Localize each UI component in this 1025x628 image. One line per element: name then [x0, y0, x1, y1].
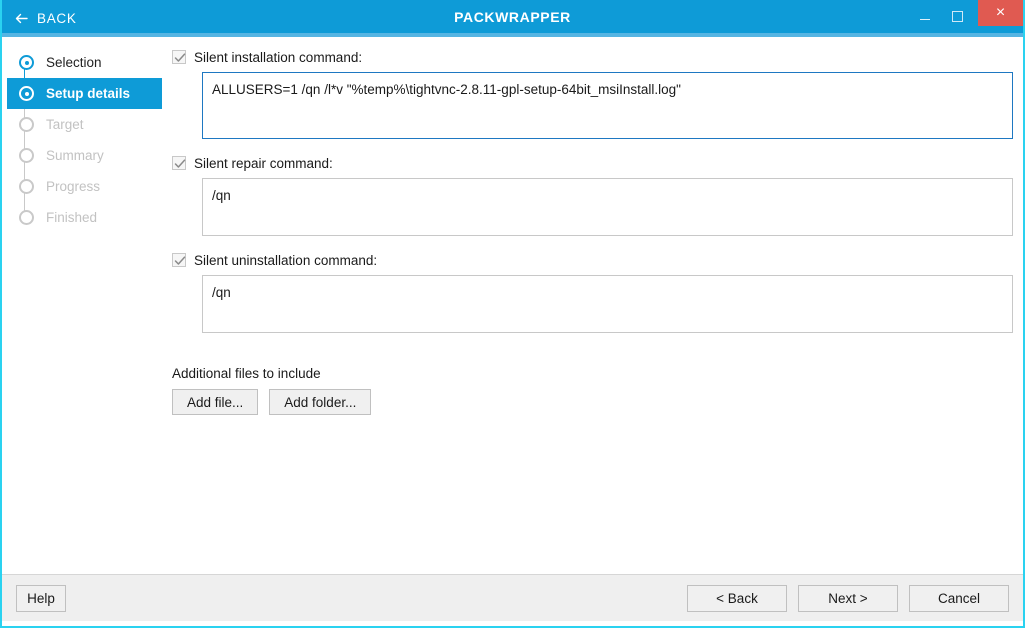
- silent-repair-group: Silent repair command: /qn: [172, 153, 1013, 236]
- additional-files-buttons: Add file... Add folder...: [172, 389, 1013, 415]
- silent-repair-input[interactable]: /qn: [202, 178, 1013, 236]
- silent-install-checkbox-row[interactable]: Silent installation command:: [172, 47, 1013, 67]
- back-button[interactable]: BACK: [2, 2, 91, 35]
- spacer: [172, 139, 1013, 153]
- sidebar-item-label: Setup details: [46, 86, 130, 101]
- silent-repair-label: Silent repair command:: [194, 156, 333, 171]
- maximize-button[interactable]: [941, 3, 973, 29]
- sidebar-item-progress[interactable]: Progress: [7, 171, 162, 202]
- step-bullet-icon: [19, 117, 34, 132]
- silent-uninstall-group: Silent uninstallation command: /qn: [172, 250, 1013, 333]
- footer-left-group: Help: [16, 585, 66, 612]
- silent-install-label: Silent installation command:: [194, 50, 362, 65]
- back-nav-button[interactable]: < Back: [687, 585, 787, 612]
- silent-uninstall-input[interactable]: /qn: [202, 275, 1013, 333]
- sidebar-item-label: Finished: [46, 210, 97, 225]
- sidebar-item-setup-details[interactable]: Setup details: [7, 78, 162, 109]
- step-bullet-icon: [19, 148, 34, 163]
- window-controls: ×: [909, 0, 1023, 33]
- title-bar: BACK PACKWRAPPER ×: [2, 0, 1023, 37]
- checkbox-icon[interactable]: [172, 253, 186, 267]
- window-title: PACKWRAPPER: [2, 9, 1023, 25]
- cancel-button[interactable]: Cancel: [909, 585, 1009, 612]
- maximize-icon: [952, 11, 963, 22]
- silent-uninstall-label: Silent uninstallation command:: [194, 253, 377, 268]
- sidebar-item-summary[interactable]: Summary: [7, 140, 162, 171]
- sidebar-item-label: Summary: [46, 148, 104, 163]
- sidebar-item-target[interactable]: Target: [7, 109, 162, 140]
- silent-install-input[interactable]: ALLUSERS=1 /qn /l*v "%temp%\tightvnc-2.8…: [202, 72, 1013, 139]
- help-button[interactable]: Help: [16, 585, 66, 612]
- close-button[interactable]: ×: [978, 0, 1023, 26]
- step-bullet-icon: [19, 179, 34, 194]
- wizard-steps: Selection Setup details Target Summary P: [2, 47, 168, 233]
- sidebar-item-label: Selection: [46, 55, 102, 70]
- silent-install-group: Silent installation command: ALLUSERS=1 …: [172, 47, 1013, 139]
- sidebar-item-selection[interactable]: Selection: [7, 47, 162, 78]
- footer-right-group: < Back Next > Cancel: [687, 585, 1009, 612]
- arrow-left-icon: [14, 11, 29, 26]
- minimize-icon: [920, 19, 930, 20]
- step-bullet-icon: [19, 86, 34, 101]
- spacer: [172, 236, 1013, 250]
- sidebar-item-label: Progress: [46, 179, 100, 194]
- wizard-sidebar: Selection Setup details Target Summary P: [2, 37, 168, 574]
- footer-bar: Help < Back Next > Cancel: [2, 574, 1023, 621]
- additional-files-label: Additional files to include: [172, 366, 1013, 381]
- sidebar-item-finished[interactable]: Finished: [7, 202, 162, 233]
- additional-files-section: Additional files to include Add file... …: [172, 366, 1013, 415]
- back-button-label: BACK: [37, 11, 77, 26]
- silent-repair-checkbox-row[interactable]: Silent repair command:: [172, 153, 1013, 173]
- silent-uninstall-checkbox-row[interactable]: Silent uninstallation command:: [172, 250, 1013, 270]
- sidebar-item-label: Target: [46, 117, 84, 132]
- checkbox-icon[interactable]: [172, 156, 186, 170]
- minimize-button[interactable]: [909, 3, 941, 29]
- step-bullet-icon: [19, 210, 34, 225]
- add-file-button[interactable]: Add file...: [172, 389, 258, 415]
- add-folder-button[interactable]: Add folder...: [269, 389, 371, 415]
- main-content: Silent installation command: ALLUSERS=1 …: [168, 37, 1025, 574]
- step-bullet-icon: [19, 55, 34, 70]
- app-window: BACK PACKWRAPPER × Selection: [0, 0, 1025, 628]
- checkbox-icon[interactable]: [172, 50, 186, 64]
- body-area: Selection Setup details Target Summary P: [2, 37, 1023, 574]
- next-nav-button[interactable]: Next >: [798, 585, 898, 612]
